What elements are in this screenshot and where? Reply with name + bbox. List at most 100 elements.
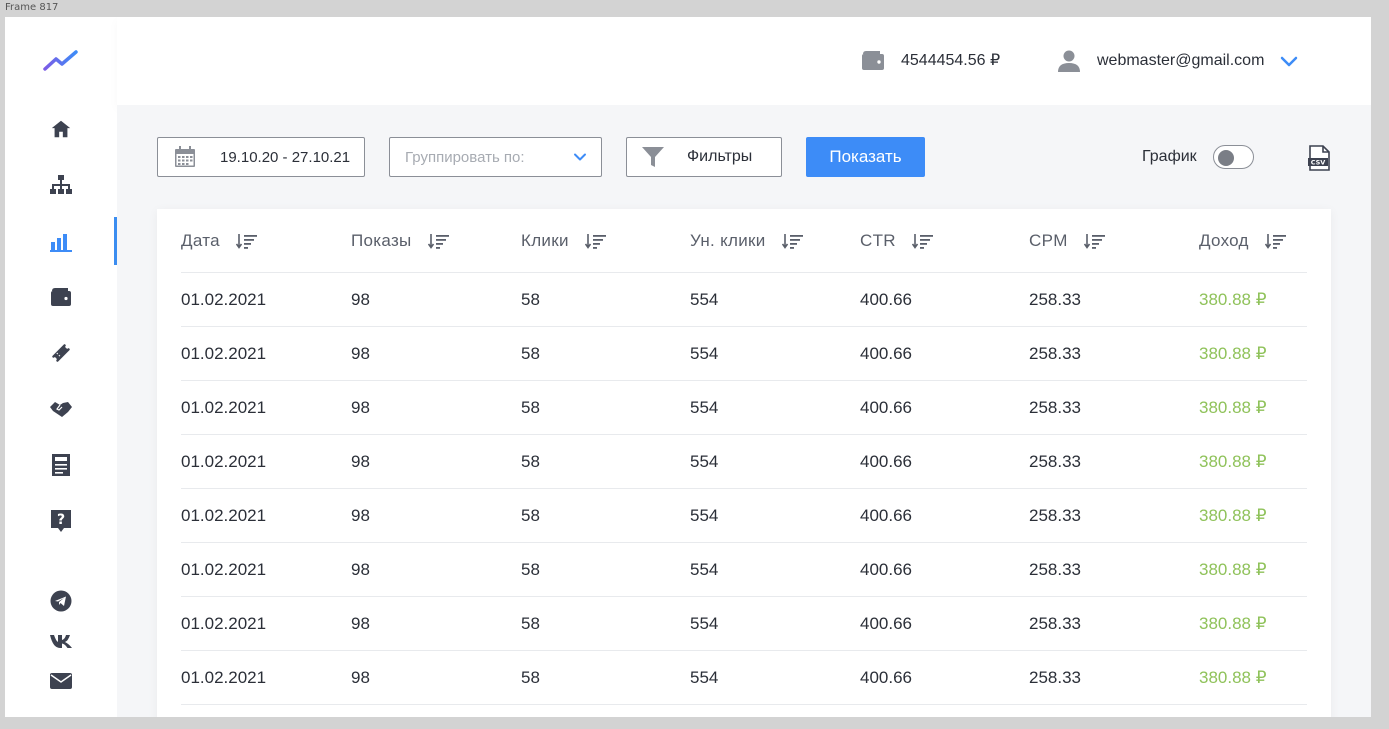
column-header-label: CPM — [1029, 231, 1068, 250]
table-header: Дата Показы Клики Ун. клики CTR CPM Дохо… — [181, 209, 1307, 273]
column-header-ctr[interactable]: CTR — [860, 209, 934, 273]
cell-clicks: 58 — [521, 614, 540, 633]
cell-income: 380.88 ₽ — [1199, 506, 1267, 525]
cell-income: 380.88 ₽ — [1199, 398, 1267, 417]
toolbar: 19.10.20 - 27.10.21 Группировать по: Фил… — [157, 137, 1337, 177]
cell-unique-clicks: 554 — [690, 452, 719, 471]
home-icon[interactable] — [49, 117, 73, 141]
filters-button[interactable]: Фильтры — [626, 137, 782, 177]
table-row[interactable]: 01.02.2021 98 58 554 400.66 258.33 380.88 ₽ — [181, 543, 1307, 597]
user-menu[interactable]: webmaster@gmail.com — [1057, 49, 1298, 73]
sort-icon[interactable] — [1264, 233, 1287, 249]
cell-impressions: 98 — [351, 398, 370, 417]
ticket-icon[interactable] — [49, 341, 73, 365]
chart-toggle-group: График — [1142, 145, 1254, 169]
cell-unique-clicks: 554 — [690, 614, 719, 633]
main-content: 19.10.20 - 27.10.21 Группировать по: Фил… — [117, 105, 1371, 717]
cell-impressions: 98 — [351, 560, 370, 579]
column-header-income[interactable]: Доход — [1199, 209, 1287, 273]
cell-cpm: 258.33 — [1029, 344, 1081, 363]
table-row[interactable]: 01.02.2021 98 58 554 400.66 258.33 380.88 ₽ — [181, 327, 1307, 381]
chart-toggle[interactable] — [1212, 145, 1254, 169]
sort-icon[interactable] — [911, 233, 934, 249]
cell-income: 380.88 ₽ — [1199, 452, 1267, 471]
cell-income: 380.88 ₽ — [1199, 290, 1267, 309]
bar-chart-icon[interactable] — [49, 229, 73, 253]
table-row[interactable]: 01.02.2021 98 58 554 400.66 258.33 380.88 ₽ — [181, 651, 1307, 705]
sidebar: ? — [5, 17, 117, 717]
column-header-date[interactable]: Дата — [181, 209, 258, 273]
sort-icon[interactable] — [584, 233, 607, 249]
csv-export-icon[interactable]: CSV — [1307, 145, 1331, 171]
logo-icon[interactable] — [43, 49, 79, 73]
svg-text:CSV: CSV — [1311, 159, 1326, 167]
handshake-icon[interactable] — [49, 397, 73, 421]
sort-icon[interactable] — [427, 233, 450, 249]
cell-date: 01.02.2021 — [181, 344, 267, 363]
cell-ctr: 400.66 — [860, 452, 912, 471]
cell-date: 01.02.2021 — [181, 614, 267, 633]
column-header-label: Ун. клики — [690, 231, 766, 250]
cell-income: 380.88 ₽ — [1199, 614, 1267, 633]
toggle-knob — [1217, 150, 1234, 166]
date-range-value: 19.10.20 - 27.10.21 — [220, 148, 351, 166]
column-header-label: CTR — [860, 231, 896, 250]
stats-table: Дата Показы Клики Ун. клики CTR CPM Дохо… — [157, 209, 1331, 717]
cell-clicks: 58 — [521, 668, 540, 687]
column-header-clicks[interactable]: Клики — [521, 209, 607, 273]
cell-date: 01.02.2021 — [181, 506, 267, 525]
filters-label: Фильтры — [687, 148, 753, 165]
cell-impressions: 98 — [351, 506, 370, 525]
cell-unique-clicks: 554 — [690, 290, 719, 309]
chevron-down-icon[interactable] — [1280, 55, 1298, 67]
cell-impressions: 98 — [351, 614, 370, 633]
table-row[interactable]: 01.02.2021 98 58 554 400.66 258.33 380.88 ₽ — [181, 381, 1307, 435]
svg-text:?: ? — [57, 512, 65, 528]
sort-icon[interactable] — [235, 233, 258, 249]
column-header-unique-clicks[interactable]: Ун. клики — [690, 209, 804, 273]
cell-clicks: 58 — [521, 506, 540, 525]
cell-cpm: 258.33 — [1029, 560, 1081, 579]
sort-icon[interactable] — [781, 233, 804, 249]
cell-unique-clicks: 554 — [690, 560, 719, 579]
filter-icon — [642, 147, 664, 167]
cell-clicks: 58 — [521, 398, 540, 417]
telegram-icon[interactable] — [49, 589, 73, 613]
sort-icon[interactable] — [1083, 233, 1106, 249]
chart-toggle-label: График — [1142, 148, 1197, 165]
show-button[interactable]: Показать — [806, 137, 925, 177]
cell-ctr: 400.66 — [860, 344, 912, 363]
cell-unique-clicks: 554 — [690, 668, 719, 687]
mail-icon[interactable] — [49, 669, 73, 693]
vk-icon[interactable] — [49, 629, 73, 653]
wallet-icon[interactable] — [49, 285, 73, 309]
cell-income: 380.88 ₽ — [1199, 668, 1267, 687]
column-header-impressions[interactable]: Показы — [351, 209, 450, 273]
column-header-cpm[interactable]: CPM — [1029, 209, 1106, 273]
group-by-select[interactable]: Группировать по: — [389, 137, 602, 177]
column-header-label: Дата — [181, 231, 220, 250]
cell-income: 380.88 ₽ — [1199, 560, 1267, 579]
cell-ctr: 400.66 — [860, 398, 912, 417]
table-row[interactable]: 01.02.2021 98 58 554 400.66 258.33 380.88 ₽ — [181, 597, 1307, 651]
cell-cpm: 258.33 — [1029, 398, 1081, 417]
cell-impressions: 98 — [351, 452, 370, 471]
column-header-label: Клики — [521, 231, 569, 250]
date-range-picker[interactable]: 19.10.20 - 27.10.21 — [157, 137, 365, 177]
newspaper-icon[interactable] — [49, 453, 73, 477]
table-row[interactable]: 01.02.2021 98 58 554 400.66 258.33 380.88 ₽ — [181, 273, 1307, 327]
cell-ctr: 400.66 — [860, 614, 912, 633]
cell-cpm: 258.33 — [1029, 290, 1081, 309]
cell-ctr: 400.66 — [860, 290, 912, 309]
balance-display: 4544454.56 ₽ — [861, 49, 1000, 71]
cell-clicks: 58 — [521, 290, 540, 309]
column-header-label: Доход — [1199, 231, 1249, 250]
table-row[interactable]: 01.02.2021 98 58 554 400.66 258.33 380.88 ₽ — [181, 489, 1307, 543]
table-row[interactable]: 01.02.2021 98 58 554 400.66 258.33 380.88 ₽ — [181, 435, 1307, 489]
cell-cpm: 258.33 — [1029, 506, 1081, 525]
balance-amount: 4544454.56 ₽ — [901, 52, 1001, 69]
sitemap-icon[interactable] — [49, 173, 73, 197]
help-icon[interactable]: ? — [49, 509, 73, 533]
cell-impressions: 98 — [351, 668, 370, 687]
cell-date: 01.02.2021 — [181, 398, 267, 417]
